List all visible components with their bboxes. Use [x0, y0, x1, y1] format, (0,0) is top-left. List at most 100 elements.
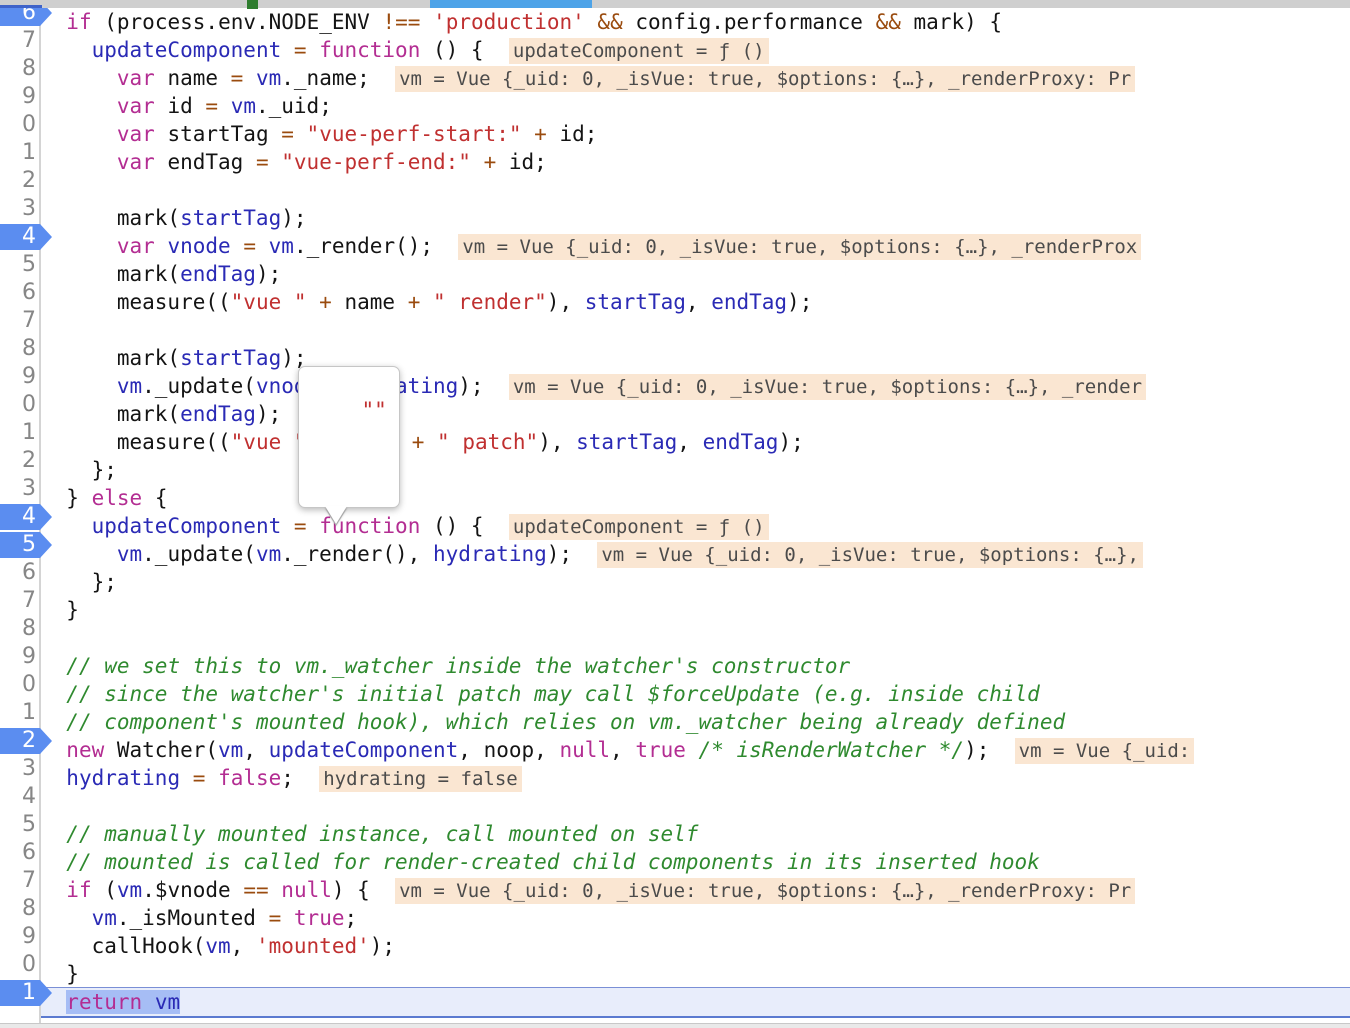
code-token: ._uid; [256, 94, 332, 118]
code-line[interactable]: measure(("vue " + name + " patch"), star… [41, 428, 804, 456]
indent [41, 570, 92, 594]
line-number[interactable]: 0 [0, 391, 36, 419]
code-token: { [142, 486, 167, 510]
code-token: }; [92, 458, 117, 482]
code-line[interactable]: }; [41, 456, 117, 484]
line-number[interactable]: 0 [0, 671, 36, 699]
code-token [424, 430, 437, 454]
code-line[interactable]: }; [41, 568, 117, 596]
line-number[interactable]: 9 [0, 83, 36, 111]
indent [41, 878, 66, 902]
code-line[interactable]: } [41, 596, 79, 624]
line-number[interactable]: 1 [0, 979, 36, 1007]
line-number[interactable]: 7 [0, 867, 36, 895]
line-number[interactable]: 8 [0, 895, 36, 923]
line-number[interactable]: 2 [0, 167, 36, 195]
inline-debug-value[interactable]: vm = Vue {_uid: 0, _isVue: true, $option… [597, 542, 1143, 568]
line-number[interactable]: 6 [0, 279, 36, 307]
line-number[interactable]: 3 [0, 755, 36, 783]
inline-debug-value[interactable]: hydrating = false [319, 766, 521, 792]
inline-debug-value[interactable]: vm = Vue {_uid: [1015, 738, 1195, 764]
code-editor[interactable]: 678901234567890123456789012345678901 if … [0, 0, 1350, 1028]
line-number[interactable]: 8 [0, 335, 36, 363]
code-line[interactable]: updateComponent = function () { updateCo… [41, 36, 769, 64]
code-line[interactable]: // manually mounted instance, call mount… [41, 820, 698, 848]
line-number[interactable]: 4 [0, 783, 36, 811]
code-line[interactable]: vm._update(vm._render(), hydrating); vm … [41, 540, 1143, 568]
line-number[interactable]: 4 [0, 503, 36, 531]
line-number[interactable]: 6 [0, 559, 36, 587]
code-token: "vue " [231, 290, 307, 314]
line-number[interactable]: 5 [0, 811, 36, 839]
line-number[interactable]: 5 [0, 531, 36, 559]
inline-debug-value[interactable]: vm = Vue {_uid: 0, _isVue: true, $option… [509, 374, 1146, 400]
code-token: startTag [576, 430, 677, 454]
code-line[interactable]: var endTag = "vue-perf-end:" + id; [41, 148, 547, 176]
code-token: vm [117, 542, 142, 566]
code-token: ._update( [142, 374, 256, 398]
code-line[interactable]: var name = vm._name; vm = Vue {_uid: 0, … [41, 64, 1135, 92]
line-number[interactable]: 7 [0, 587, 36, 615]
code-line[interactable]: mark(endTag); [41, 400, 281, 428]
code-line[interactable]: return vm [41, 988, 180, 1016]
code-line[interactable]: } else { [41, 484, 167, 512]
line-number[interactable]: 1 [0, 419, 36, 447]
code-line[interactable]: // we set this to vm._watcher inside the… [41, 652, 850, 680]
line-number[interactable]: 9 [0, 643, 36, 671]
line-number[interactable]: 6 [0, 839, 36, 867]
code-line[interactable]: var vnode = vm._render(); vm = Vue {_uid… [41, 232, 1141, 260]
code-token: ; [344, 906, 357, 930]
text-selection[interactable]: return vm [66, 990, 180, 1014]
line-number[interactable]: 3 [0, 195, 36, 223]
line-number[interactable]: 1 [0, 139, 36, 167]
line-number[interactable]: 5 [0, 251, 36, 279]
code-line[interactable]: callHook(vm, 'mounted'); [41, 932, 395, 960]
line-number[interactable]: 8 [0, 55, 36, 83]
code-token [180, 766, 193, 790]
inline-debug-value[interactable]: vm = Vue {_uid: 0, _isVue: true, $option… [395, 878, 1135, 904]
line-number[interactable]: 1 [0, 699, 36, 727]
code-line[interactable]: mark(endTag); [41, 260, 281, 288]
line-number[interactable]: 2 [0, 727, 36, 755]
inline-debug-value[interactable]: updateComponent = ƒ () [509, 38, 769, 64]
code-line[interactable]: mark(startTag); [41, 344, 307, 372]
code-token: = [269, 906, 282, 930]
line-number[interactable]: 2 [0, 447, 36, 475]
code-line[interactable]: var id = vm._uid; [41, 92, 332, 120]
line-number[interactable]: 8 [0, 615, 36, 643]
horizontal-scrollbar-thumb[interactable] [430, 0, 592, 8]
code-token: vnode [167, 234, 230, 258]
line-number[interactable]: 3 [0, 475, 36, 503]
code-line[interactable]: } [41, 960, 79, 988]
line-number[interactable]: 9 [0, 363, 36, 391]
code-token: && [597, 10, 622, 34]
inline-debug-value[interactable]: vm = Vue {_uid: 0, _isVue: true, $option… [458, 234, 1141, 260]
code-line[interactable]: measure(("vue " + name + " render"), sta… [41, 288, 812, 316]
line-number[interactable]: 9 [0, 923, 36, 951]
inline-debug-value[interactable]: vm = Vue {_uid: 0, _isVue: true, $option… [395, 66, 1135, 92]
line-number[interactable]: 0 [0, 951, 36, 979]
line-number[interactable]: 4 [0, 223, 36, 251]
horizontal-scrollbar[interactable] [0, 0, 1350, 8]
indent [41, 598, 66, 622]
code-line[interactable]: // mounted is called for render-created … [41, 848, 1040, 876]
line-number[interactable]: 7 [0, 27, 36, 55]
code-line[interactable]: vm._isMounted = true; [41, 904, 357, 932]
code-line[interactable]: vm._update(vnode, hydrating); vm = Vue {… [41, 372, 1146, 400]
inline-debug-value[interactable]: updateComponent = ƒ () [509, 514, 769, 540]
code-line[interactable]: if (process.env.NODE_ENV !== 'production… [41, 8, 1002, 36]
code-line[interactable]: mark(startTag); [41, 204, 307, 232]
code-line[interactable]: hydrating = false; hydrating = false [41, 764, 522, 792]
line-number[interactable]: 0 [0, 111, 36, 139]
hint-gap [294, 766, 319, 790]
code-line[interactable]: // since the watcher's initial patch may… [41, 680, 1040, 708]
code-token: "vue-perf-end:" [281, 150, 471, 174]
code-content[interactable]: if (process.env.NODE_ENV !== 'production… [41, 0, 1350, 1028]
code-line[interactable]: new Watcher(vm, updateComponent, noop, n… [41, 736, 1194, 764]
line-number[interactable]: 7 [0, 307, 36, 335]
code-line[interactable]: // component's mounted hook), which reli… [41, 708, 1065, 736]
code-line[interactable]: if (vm.$vnode == null) { vm = Vue {_uid:… [41, 876, 1135, 904]
code-line[interactable]: updateComponent = function () { updateCo… [41, 512, 769, 540]
code-line[interactable]: var startTag = "vue-perf-start:" + id; [41, 120, 597, 148]
indent [41, 542, 117, 566]
